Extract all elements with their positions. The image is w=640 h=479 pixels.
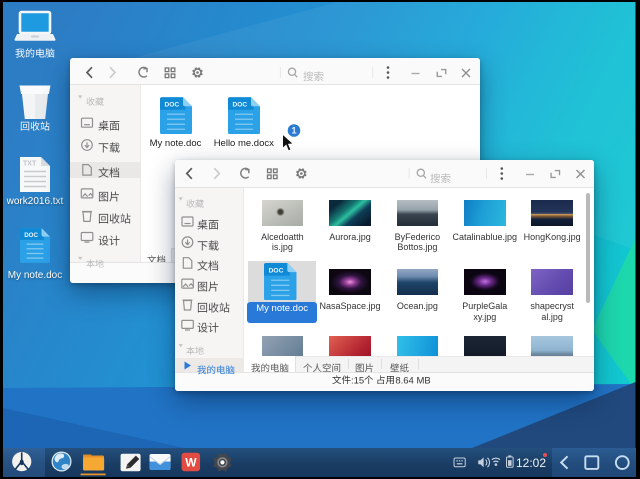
svg-text:1: 1 bbox=[291, 126, 296, 136]
svg-text:DOC: DOC bbox=[269, 267, 284, 274]
svg-text:DOC: DOC bbox=[164, 101, 179, 108]
svg-text:DOC: DOC bbox=[24, 232, 38, 239]
svg-text:DOC: DOC bbox=[232, 101, 247, 108]
svg-text:TXT: TXT bbox=[23, 161, 37, 168]
svg-text:W: W bbox=[185, 455, 197, 469]
